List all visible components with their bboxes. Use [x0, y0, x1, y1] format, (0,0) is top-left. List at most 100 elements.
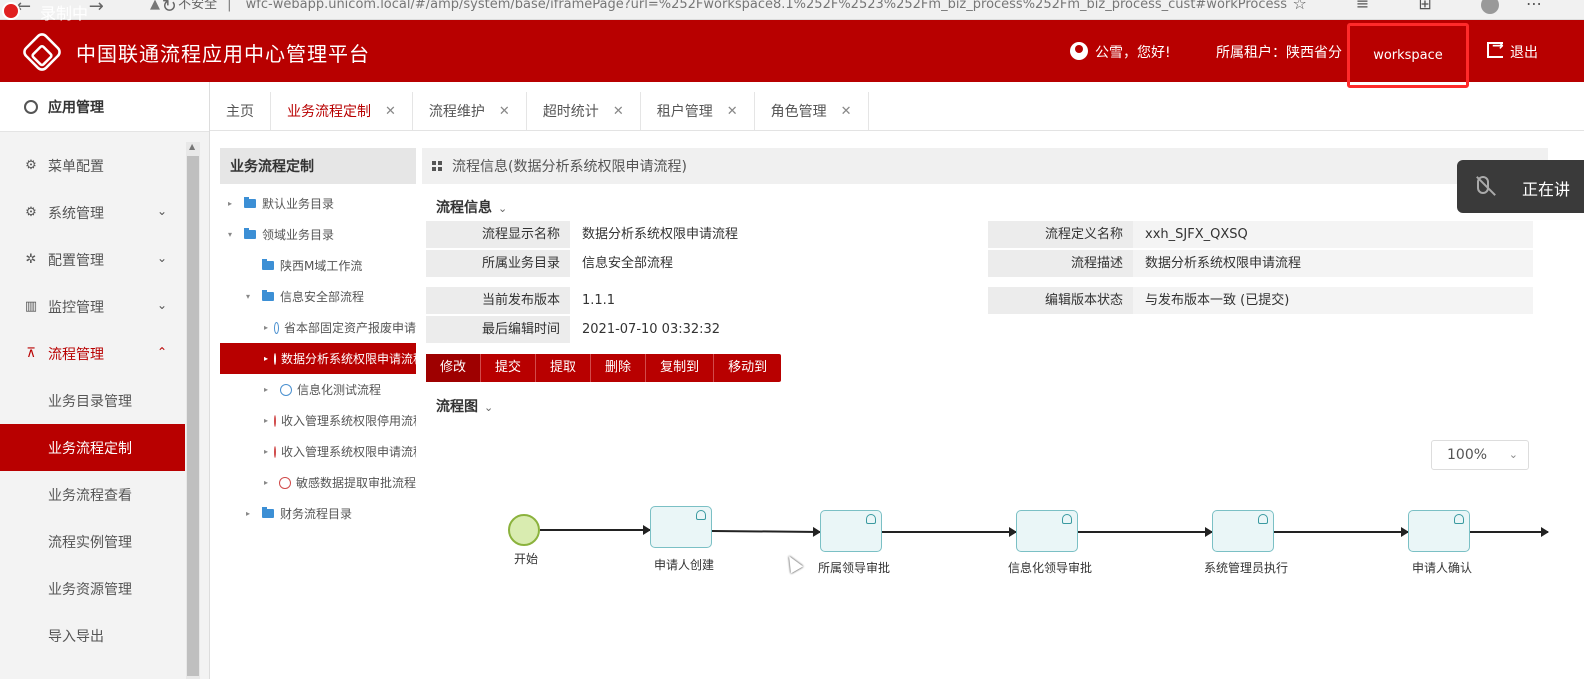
caret-right-icon[interactable]: ▸	[264, 323, 268, 332]
caret-right-icon[interactable]: ▸	[264, 385, 274, 394]
tab-divider	[210, 130, 1584, 131]
tree-node[interactable]: ▸ 默认业务目录	[220, 188, 416, 219]
tab-label: 主页	[226, 104, 254, 120]
diagram-section-title[interactable]: 流程图 ⌄	[436, 396, 493, 416]
settings-icon: ⚙	[25, 204, 37, 220]
tree-node-label: 陕西M域工作流	[280, 259, 363, 273]
start-event[interactable]	[508, 514, 540, 546]
sidebar-subitem-import-export[interactable]: 导入导出	[0, 612, 185, 659]
caret-right-icon[interactable]: ▸	[264, 478, 273, 487]
sidebar-item-label: 流程管理	[48, 346, 104, 363]
field-value: 与发布版本一致 (已提交)	[1133, 287, 1533, 314]
tree-node[interactable]: ▸ 收入管理系统权限申请流程	[220, 436, 416, 467]
address-bar[interactable]: ▲ 不安全 | wfc-webapp.unicom.local/#/amp/sys…	[150, 0, 1350, 16]
profile-icon[interactable]	[1480, 0, 1499, 14]
tab-home[interactable]: 主页	[210, 92, 271, 130]
tab-tenant[interactable]: 租户管理 ✕	[640, 92, 755, 130]
browser-right-icons[interactable]: ☆ ≡ ⊞ ⋯	[1292, 0, 1564, 14]
edit-button[interactable]: 修改	[426, 354, 482, 382]
tree-node-label: 敏感数据提取审批流程	[295, 476, 416, 490]
chevron-up-icon: ⌃	[156, 345, 167, 359]
submit-button[interactable]: 提交	[481, 354, 537, 382]
tree-node-label: 收入管理系统权限停用流程	[281, 414, 416, 428]
tree-node[interactable]: 陕西M域工作流	[220, 250, 416, 281]
tab-role[interactable]: 角色管理 ✕	[754, 92, 869, 130]
tree-node[interactable]: ▾ 领域业务目录	[220, 219, 416, 250]
task-node[interactable]	[1016, 510, 1078, 552]
move-to-button[interactable]: 移动到	[714, 354, 781, 382]
caret-right-icon[interactable]: ▸	[228, 199, 238, 208]
tab-process-maintain[interactable]: 流程维护 ✕	[412, 92, 527, 130]
user-task-icon	[1258, 514, 1268, 524]
close-icon[interactable]: ✕	[841, 104, 852, 119]
user-task-icon	[1062, 514, 1072, 524]
caret-right-icon[interactable]: ▸	[264, 354, 268, 363]
sidebar-header[interactable]: 应用管理	[0, 82, 209, 132]
info-row: 流程显示名称 数据分析系统权限申请流程 流程定义名称 xxh_SJFX_QXSQ	[426, 221, 1533, 248]
node-label: 所属领导审批	[818, 561, 891, 575]
task-node[interactable]	[820, 510, 882, 552]
caret-right-icon[interactable]: ▸	[264, 416, 268, 425]
zoom-select[interactable]: 100% ⌄	[1431, 440, 1529, 470]
diagram-section-label: 流程图	[436, 399, 478, 415]
info-section-title[interactable]: 流程信息 ⌄	[436, 197, 507, 217]
caret-right-icon[interactable]: ▸	[246, 509, 256, 518]
tree-node-selected[interactable]: ▸ 数据分析系统权限申请流程	[220, 343, 416, 374]
sidebar-subitem-instance[interactable]: 流程实例管理	[0, 518, 185, 565]
tree-node[interactable]: ▸ 省本部固定资产报废申请	[220, 312, 416, 343]
task-node[interactable]	[650, 506, 712, 548]
tree-node[interactable]: ▸ 收入管理系统权限停用流程	[220, 405, 416, 436]
logout-icon[interactable]	[1487, 38, 1504, 58]
process-icon	[274, 352, 277, 365]
sidebar-subitem-resource[interactable]: 业务资源管理	[0, 565, 185, 612]
tree-node[interactable]: ▸ 财务流程目录	[220, 498, 416, 529]
unicom-logo-icon	[20, 30, 64, 74]
caret-down-icon[interactable]: ▾	[228, 230, 238, 239]
close-icon[interactable]: ✕	[385, 104, 396, 119]
caret-down-icon[interactable]: ▾	[246, 292, 256, 301]
tree-node[interactable]: ▸ 信息化测试流程	[220, 374, 416, 405]
sidebar-scrollbar[interactable]: ▲	[186, 142, 200, 679]
user-greeting[interactable]: 公雪，您好!	[1095, 42, 1171, 62]
node-label: 申请人创建	[654, 558, 715, 572]
url-text: wfc-webapp.unicom.local/#/amp/system/bas…	[245, 0, 1288, 12]
task-node[interactable]	[1212, 510, 1274, 552]
sidebar-subitem-catalog[interactable]: 业务目录管理	[0, 377, 185, 424]
flow-icon: ⊼	[26, 345, 36, 361]
tab-label: 流程维护	[428, 104, 485, 120]
tab-process-custom[interactable]: 业务流程定制 ✕	[271, 92, 413, 130]
sidebar-subitem-custom[interactable]: 业务流程定制	[0, 424, 185, 471]
scroll-up-icon[interactable]: ▲	[189, 142, 195, 151]
tree-node[interactable]: ▸ 敏感数据提取审批流程	[220, 467, 416, 498]
flow-edge	[1078, 527, 1213, 537]
delete-button[interactable]: 删除	[591, 354, 647, 382]
flow-edge	[711, 530, 821, 533]
task-node[interactable]	[1408, 510, 1470, 552]
extract-button[interactable]: 提取	[536, 354, 592, 382]
tree-node[interactable]: ▾ 信息安全部流程	[220, 281, 416, 312]
tab-bar: 主页 业务流程定制 ✕ 流程维护 ✕ 超时统计 ✕ 租户管理 ✕ 角色管理 ✕	[210, 92, 869, 130]
tree-node-label: 数据分析系统权限申请流程	[281, 352, 416, 366]
sidebar-subitem-view[interactable]: 业务流程查看	[0, 471, 185, 518]
sidebar-item-monitor[interactable]: ▥ 监控管理 ⌄	[0, 283, 185, 330]
scrollbar-thumb[interactable]	[187, 156, 199, 676]
speaking-indicator[interactable]: 正在讲	[1457, 160, 1584, 213]
workspace-button[interactable]: workspace	[1347, 23, 1469, 88]
tenant-label: 所属租户：陕西省分	[1216, 45, 1342, 61]
close-icon[interactable]: ✕	[727, 104, 738, 119]
close-icon[interactable]: ✕	[613, 104, 624, 119]
sidebar-item-menu-config[interactable]: ⚙ 菜单配置	[0, 142, 185, 189]
chevron-down-icon: ⌄	[498, 202, 508, 215]
field-label: 所属业务目录	[426, 250, 570, 277]
sidebar-item-flow[interactable]: ⊼ 流程管理 ⌃	[0, 330, 185, 377]
mic-muted-icon[interactable]	[1477, 176, 1489, 194]
logout-button[interactable]: 退出	[1510, 42, 1538, 62]
copy-to-button[interactable]: 复制到	[646, 354, 715, 382]
sidebar-item-system[interactable]: ⚙ 系统管理 ⌄	[0, 189, 185, 236]
tree-node-label: 收入管理系统权限申请流程	[281, 445, 416, 459]
sidebar-item-config[interactable]: ✲ 配置管理 ⌄	[0, 236, 185, 283]
close-icon[interactable]: ✕	[499, 104, 510, 119]
chevron-down-icon: ⌄	[1508, 448, 1518, 461]
tab-timeout-stats[interactable]: 超时统计 ✕	[526, 92, 641, 130]
caret-right-icon[interactable]: ▸	[264, 447, 268, 456]
